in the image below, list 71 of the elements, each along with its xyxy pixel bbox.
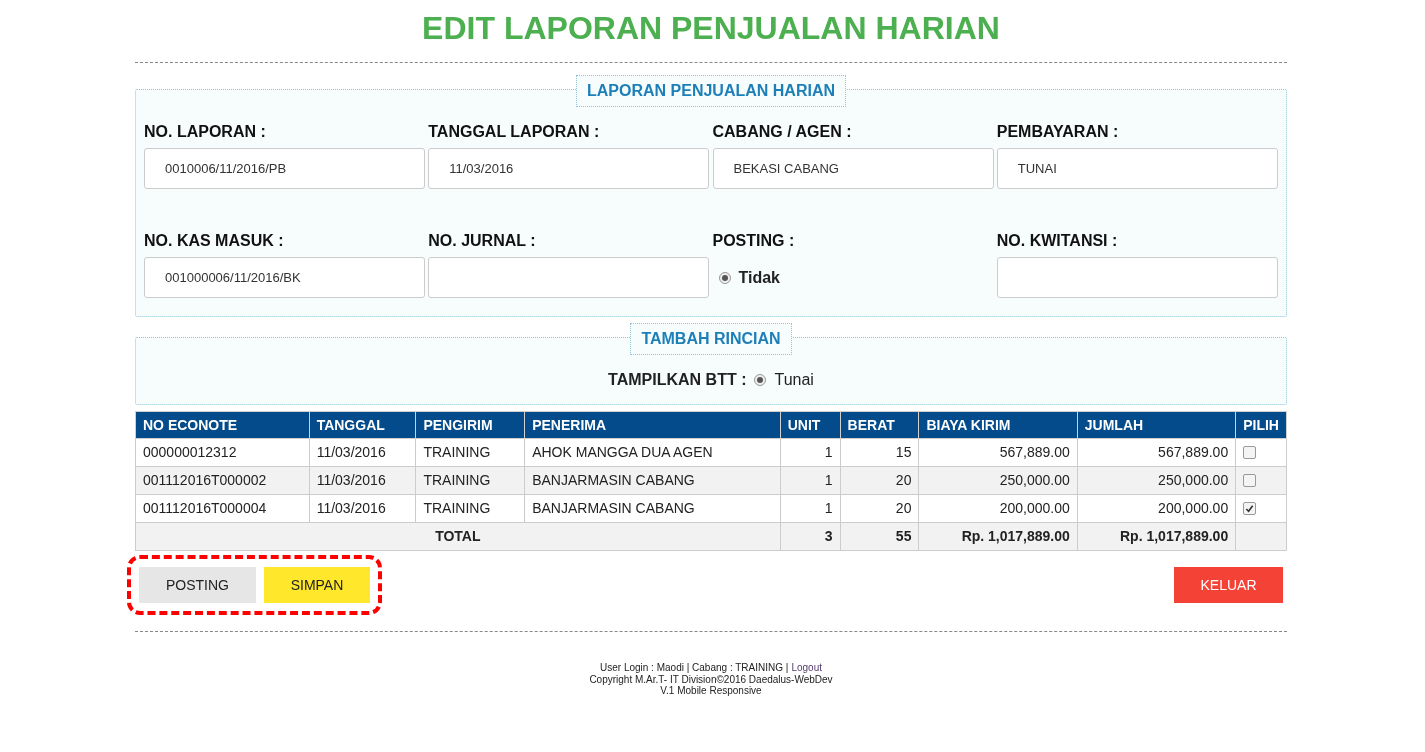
column-header: PENERIMA [524,411,781,439]
total-cell: Rp. 1,017,889.00 [1077,522,1236,551]
table-cell: 001112016T000002 [135,466,310,495]
table-cell: 11/03/2016 [309,466,416,495]
table-cell: TRAINING [415,494,525,523]
footer-text: Copyright M.Ar.T- IT Division©2016 Daedalus-WebDev [589,673,833,685]
table-cell: 250,000.00 [1077,466,1236,495]
input-field[interactable]: BEKASI CABANG [712,148,994,189]
table-cell: 11/03/2016 [309,494,416,523]
field-label: NO. KWITANSI : [996,231,1119,249]
input-field[interactable] [996,257,1278,298]
table-cell: BANJARMASIN CABANG [524,494,781,523]
input-field[interactable]: 0010006/11/2016/PB [144,148,425,189]
table-cell: AHOK MANGGA DUA AGEN [524,438,781,467]
login-info: User Login : Maodi | Cabang : TRAINING | [600,662,789,674]
radio-label: Tidak [738,267,780,288]
table-cell: 11/03/2016 [309,438,416,467]
table-cell: 1 [780,466,841,495]
field-label: NO. LAPORAN : [144,122,267,140]
section-legend: TAMBAH RINCIAN [630,323,792,355]
total-cell: 3 [780,522,841,551]
column-header: PILIH [1235,411,1287,439]
checkbox[interactable] [1243,446,1257,459]
table-cell: 200,000.00 [1077,494,1236,523]
table-cell: 250,000.00 [918,466,1078,495]
footer-text: V.1 Mobile Responsive [660,685,762,697]
table-cell: 000000012312 [135,438,310,467]
column-header: BERAT [840,411,919,439]
field-label: NO. JURNAL : [428,231,537,249]
table-cell: 20 [840,494,919,523]
table-cell: TRAINING [415,438,525,467]
table-cell: 1 [780,438,841,467]
input-field[interactable]: TUNAI [996,148,1278,189]
field-label: CABANG / AGEN : [712,122,853,140]
column-header: PENGIRIM [415,411,525,439]
filter-label: TAMPILKAN BTT : [608,370,747,390]
table-cell: 200,000.00 [918,494,1078,523]
posting-button[interactable]: POSTING [139,567,256,603]
table-cell: 20 [840,466,919,495]
column-header: JUMLAH [1077,411,1236,439]
table-cell: 567,889.00 [1077,438,1236,467]
column-header: BIAYA KIRIM [918,411,1078,439]
total-cell: 55 [840,522,919,551]
field-label: POSTING : [712,231,796,249]
input-field[interactable]: 11/03/2016 [428,148,710,189]
save-button[interactable]: SIMPAN [264,567,370,603]
field-label: TANGGAL LAPORAN : [428,122,601,140]
field-label: NO. KAS MASUK : [144,231,285,249]
table-cell: BANJARMASIN CABANG [524,466,781,495]
input-field[interactable] [428,257,710,298]
checkbox[interactable] [1243,502,1257,515]
section-legend: LAPORAN PENJUALAN HARIAN [576,75,846,107]
field-label: PEMBAYARAN : [996,122,1120,140]
radio-button[interactable] [754,374,767,386]
radio-label: Tunai [774,370,814,390]
table-cell: TRAINING [415,466,525,495]
radio-button[interactable] [718,271,731,284]
page-title: EDIT LAPORAN PENJUALAN HARIAN [421,9,1001,48]
column-header: TANGGAL [309,411,416,439]
table-cell: 001112016T000004 [135,494,310,523]
table-cell: 15 [840,438,919,467]
total-label: TOTAL [135,522,781,551]
checkbox[interactable] [1243,474,1257,487]
exit-button[interactable]: KELUAR [1174,567,1283,603]
total-cell: Rp. 1,017,889.00 [918,522,1078,551]
input-field[interactable]: 001000006/11/2016/BK [144,257,425,298]
logout-link[interactable]: Logout [791,662,822,674]
column-header: NO ECONOTE [135,411,310,439]
table-cell: 1 [780,494,841,523]
column-header: UNIT [780,411,841,439]
table-cell: 567,889.00 [918,438,1078,467]
